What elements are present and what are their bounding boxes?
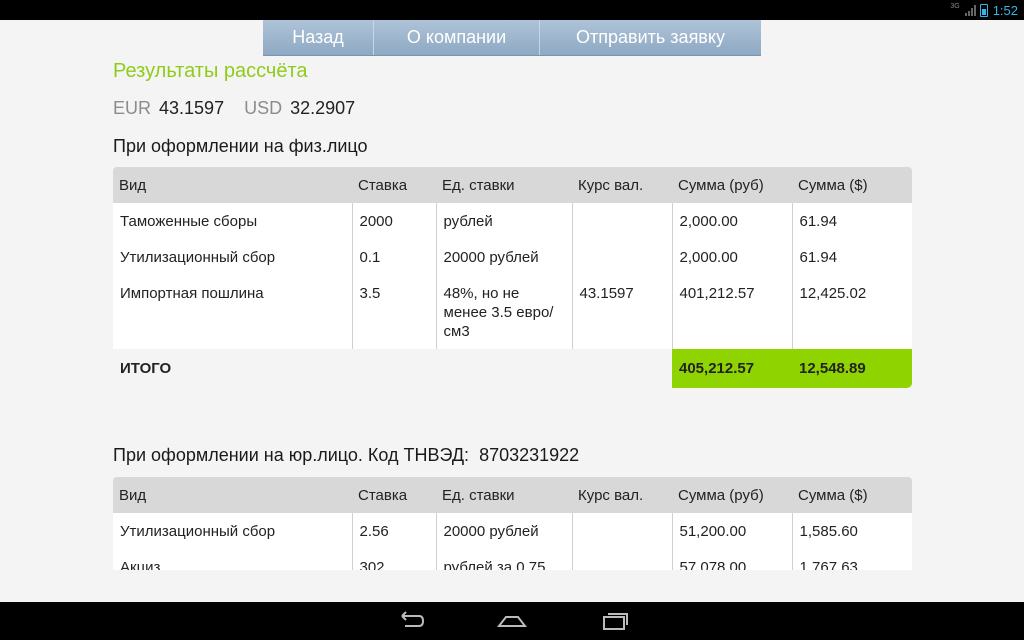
- table-cell: [571, 203, 672, 239]
- table-row: Импортная пошлина 3.5 48%, но не менее 3…: [113, 275, 912, 349]
- column-header: Вид: [113, 477, 352, 513]
- column-header: Ед. ставки: [436, 167, 572, 203]
- table-cell: Утилизационный сбор: [113, 513, 352, 549]
- table-cell: 1,767.63: [791, 549, 912, 570]
- table-cell: 2,000.00: [671, 239, 792, 275]
- recent-apps-icon: [603, 613, 628, 630]
- column-header: Сумма (руб): [672, 477, 792, 513]
- table-cell: [571, 513, 672, 549]
- legal-table: Вид Ставка Ед. ставки Курс вал. Сумма (р…: [113, 477, 912, 570]
- usd-value: 32.2907: [290, 98, 356, 118]
- table-cell: 401,212.57: [671, 275, 792, 349]
- total-usd: 12,548.89: [792, 349, 912, 388]
- legal-title-text: При оформлении на юр.лицо. Код ТНВЭД:: [113, 445, 470, 465]
- table-cell: 61.94: [791, 239, 912, 275]
- system-nav-bar: [0, 602, 1024, 640]
- table-cell: 3.5: [351, 275, 436, 349]
- table-cell: 2000: [351, 203, 436, 239]
- currency-rates: EUR 43.1597 USD 32.2907: [113, 98, 367, 119]
- usd-label: USD: [244, 98, 283, 118]
- recent-apps-nav-button[interactable]: [585, 602, 645, 640]
- table-cell: [352, 349, 436, 388]
- individual-section-title: При оформлении на физ.лицо: [113, 136, 368, 156]
- total-label: ИТОГО: [113, 349, 352, 388]
- home-icon: [497, 616, 527, 627]
- back-nav-button[interactable]: [380, 602, 440, 640]
- column-header: Сумма (руб): [672, 167, 792, 203]
- table-cell: 2.56: [351, 513, 436, 549]
- table-cell: 302: [351, 549, 436, 570]
- table-cell: 61.94: [791, 203, 912, 239]
- eur-label: EUR: [113, 98, 152, 118]
- table-cell: 57,078.00: [671, 549, 792, 570]
- table-cell: рублей за 0.75: [435, 549, 572, 570]
- column-header: Курс вал.: [572, 477, 672, 513]
- back-icon: [401, 611, 425, 627]
- table-row: Акциз 302 рублей за 0.75 57,078.00 1,767…: [113, 549, 912, 570]
- column-header: Ставка: [352, 477, 436, 513]
- table-cell: Таможенные сборы: [113, 203, 352, 239]
- table-cell: 51,200.00: [671, 513, 792, 549]
- table-cell: [571, 549, 672, 570]
- total-rub: 405,212.57: [672, 349, 792, 388]
- table-cell: Акциз: [113, 549, 352, 570]
- total-row: ИТОГО 405,212.57 12,548.89: [113, 349, 912, 388]
- table-cell: 0.1: [351, 239, 436, 275]
- column-header: Сумма ($): [792, 167, 912, 203]
- table-cell: рублей: [435, 203, 572, 239]
- column-header: Вид: [113, 167, 352, 203]
- eur-value: 43.1597: [159, 98, 225, 118]
- table-cell: 1,585.60: [791, 513, 912, 549]
- table-cell: [572, 349, 672, 388]
- table-cell: 20000 рублей: [435, 513, 572, 549]
- column-header: Ставка: [352, 167, 436, 203]
- column-header: Курс вал.: [572, 167, 672, 203]
- table-row: Таможенные сборы 2000 рублей 2,000.00 61…: [113, 203, 912, 239]
- table-header-row: Вид Ставка Ед. ставки Курс вал. Сумма (р…: [113, 167, 912, 203]
- content-area[interactable]: Результаты рассчёта EUR 43.1597 USD 32.2…: [0, 0, 1024, 570]
- table-cell: Утилизационный сбор: [113, 239, 352, 275]
- individual-table: Вид Ставка Ед. ставки Курс вал. Сумма (р…: [113, 167, 912, 388]
- table-cell: Импортная пошлина: [113, 275, 352, 349]
- table-row: Утилизационный сбор 2.56 20000 рублей 51…: [113, 513, 912, 549]
- tnved-code: 8703231922: [479, 445, 580, 465]
- table-header-row: Вид Ставка Ед. ставки Курс вал. Сумма (р…: [113, 477, 912, 513]
- table-cell: [571, 239, 672, 275]
- column-header: Сумма ($): [792, 477, 912, 513]
- page-title: Результаты рассчёта: [113, 60, 308, 82]
- legal-section-title: При оформлении на юр.лицо. Код ТНВЭД: 87…: [113, 445, 579, 466]
- table-cell: 2,000.00: [671, 203, 792, 239]
- table-cell: 20000 рублей: [435, 239, 572, 275]
- column-header: Ед. ставки: [436, 477, 572, 513]
- table-row: Утилизационный сбор 0.1 20000 рублей 2,0…: [113, 239, 912, 275]
- table-cell: [436, 349, 572, 388]
- table-cell: 48%, но не менее 3.5 евро/см3: [435, 275, 572, 349]
- table-cell: 12,425.02: [791, 275, 912, 349]
- home-nav-button[interactable]: [482, 602, 542, 640]
- table-cell: 43.1597: [571, 275, 672, 349]
